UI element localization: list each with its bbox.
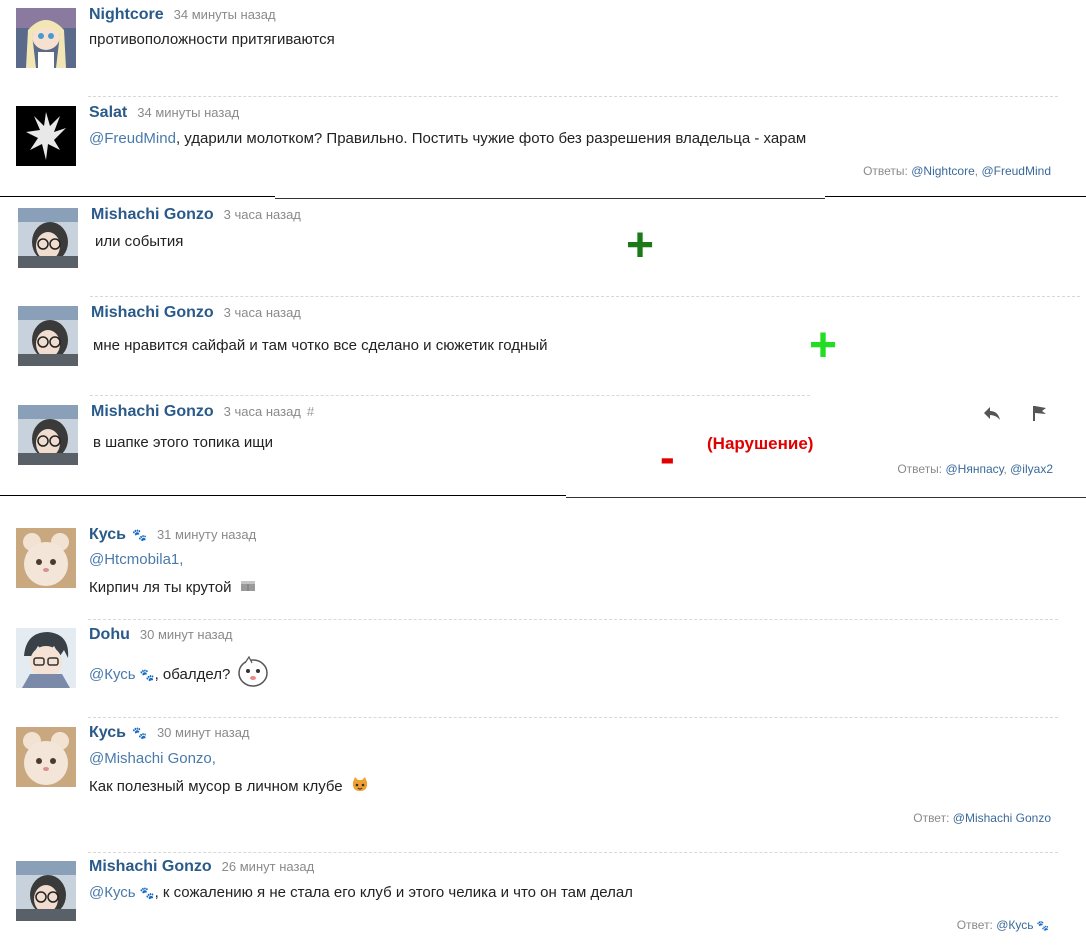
reply-link[interactable]: @Nightcore — [911, 164, 975, 178]
permalink-hash[interactable]: # — [307, 404, 314, 419]
avatar[interactable] — [16, 628, 76, 688]
author-name[interactable]: Кусь — [89, 526, 126, 543]
avatar-glasses-boy-icon — [18, 208, 78, 268]
avatar-glasses-boy-icon — [16, 861, 76, 921]
avatar[interactable] — [16, 727, 76, 787]
mention-line: @Mishachi Gonzo, — [89, 749, 216, 769]
separator-line — [0, 196, 275, 197]
avatar-glasses-boy-icon — [18, 306, 78, 366]
comment-text: , к сожалению я не стала его клуб и этог… — [154, 884, 633, 901]
avatar-cat-plush-icon — [16, 727, 76, 787]
comment-body: Кирпич ля ты крутой — [89, 577, 256, 599]
avatar[interactable] — [16, 861, 76, 921]
reply-arrow-icon[interactable] — [982, 404, 1002, 422]
comment-text: , ударили молотком? Правильно. Постить ч… — [175, 130, 807, 147]
paw-icon: 🐾 — [1036, 921, 1049, 932]
comment-body: @Кусь 🐾, обалдел? — [89, 655, 270, 695]
separator-line — [566, 497, 1086, 498]
replies: Ответ: @Mishachi Gonzo — [913, 811, 1051, 825]
divider — [88, 96, 1058, 97]
timestamp[interactable]: 31 минуту назад — [157, 527, 256, 542]
avatar[interactable] — [18, 306, 78, 366]
author-name[interactable]: Mishachi Gonzo — [91, 304, 214, 321]
comment-text: Кирпич ля ты крутой — [89, 578, 232, 596]
reply-link[interactable]: @Нянпасу — [946, 462, 1004, 476]
divider — [88, 717, 1058, 718]
comment-text: Как полезный мусор в личном клубе — [89, 777, 343, 795]
author-name[interactable]: Mishachi Gonzo — [89, 858, 212, 875]
comment-text: мне нравится сайфай и там чотко все сдел… — [93, 337, 548, 354]
mention-link[interactable]: @FreudMind — [89, 130, 176, 147]
author-name[interactable]: Mishachi Gonzo — [91, 206, 214, 223]
paw-icon: 🐾 — [139, 667, 155, 682]
avatar[interactable] — [16, 8, 76, 68]
replies: Ответы: @Nightcore, @FreudMind — [863, 164, 1051, 178]
comment-text: , обалдел? — [154, 665, 231, 683]
mention-link[interactable]: @Htcmobila1, — [89, 551, 183, 568]
comment-body: Как полезный мусор в личном клубе — [89, 776, 369, 798]
author-name[interactable]: Salat — [89, 104, 127, 121]
reply-link[interactable]: @Кусь — [996, 918, 1033, 932]
avatar-glasses-boy-icon — [18, 405, 78, 465]
separator-line — [275, 198, 825, 199]
plus-mark: + — [809, 319, 838, 372]
timestamp[interactable]: 3 часа назад — [224, 207, 301, 222]
plus-mark: + — [626, 219, 655, 272]
mention-link[interactable]: @Mishachi Gonzo, — [89, 750, 216, 767]
divider — [88, 852, 1058, 853]
comment-text: в шапке этого топика ищи — [93, 434, 273, 451]
paw-icon: 🐾 — [132, 528, 147, 542]
replies: Ответ: @Кусь 🐾 — [957, 918, 1049, 932]
separator-line — [0, 495, 566, 496]
avatar[interactable] — [16, 528, 76, 588]
comment-body: @FreudMind, ударили молотком? Правильно.… — [89, 129, 806, 149]
flag-icon[interactable] — [1030, 404, 1050, 422]
cat-face-emoji-icon — [351, 776, 369, 798]
brick-emoji-icon — [240, 577, 256, 599]
author-name[interactable]: Кусь — [89, 724, 126, 741]
minus-mark: - — [660, 433, 675, 482]
replies-label: Ответы: — [863, 164, 908, 178]
reply-link[interactable]: @ilyax2 — [1010, 462, 1053, 476]
avatar[interactable] — [18, 405, 78, 465]
separator-line — [825, 196, 1086, 197]
reply-link[interactable]: @FreudMind — [981, 164, 1051, 178]
mention-line: @Htcmobila1, — [89, 550, 183, 570]
replies-label: Ответ: — [913, 811, 950, 825]
timestamp[interactable]: 3 часа назад — [224, 404, 301, 419]
author-name[interactable]: Mishachi Gonzo — [91, 403, 214, 420]
violation-label: (Нарушение) — [707, 434, 814, 453]
divider — [88, 619, 1058, 620]
paw-icon: 🐾 — [132, 726, 147, 740]
timestamp[interactable]: 3 часа назад — [224, 305, 301, 320]
divider — [90, 395, 810, 396]
mention-link[interactable]: @Кусь — [89, 884, 136, 901]
author-name[interactable]: Nightcore — [89, 6, 164, 23]
paw-icon: 🐾 — [139, 886, 155, 900]
comment-body: @Кусь 🐾, к сожалению я не стала его клуб … — [89, 883, 633, 903]
timestamp[interactable]: 30 минут назад — [140, 627, 233, 642]
timestamp[interactable]: 30 минут назад — [157, 725, 250, 740]
reply-link[interactable]: @Mishachi Gonzo — [953, 811, 1051, 825]
avatar-cat-plush-icon — [16, 528, 76, 588]
divider — [90, 296, 1080, 297]
timestamp[interactable]: 34 минуты назад — [137, 105, 239, 120]
timestamp[interactable]: 34 минуты назад — [174, 7, 276, 22]
replies: Ответы: @Нянпасу, @ilyax2 — [897, 462, 1053, 476]
comment-text: или события — [95, 233, 184, 250]
replies-label: Ответ: — [956, 918, 993, 932]
surprised-face-emoji-icon — [236, 655, 270, 695]
replies-label: Ответы: — [897, 462, 943, 476]
avatar[interactable] — [16, 106, 76, 166]
mention-link[interactable]: @Кусь — [89, 666, 136, 683]
author-name[interactable]: Dohu — [89, 626, 130, 643]
timestamp[interactable]: 26 минут назад — [222, 859, 315, 874]
avatar-white-flame-icon — [16, 106, 76, 166]
avatar[interactable] — [18, 208, 78, 268]
avatar-anime-boy-icon — [16, 628, 76, 688]
comment-text: противоположности притягиваются — [89, 31, 335, 48]
avatar-anime-girl-icon — [16, 8, 76, 68]
